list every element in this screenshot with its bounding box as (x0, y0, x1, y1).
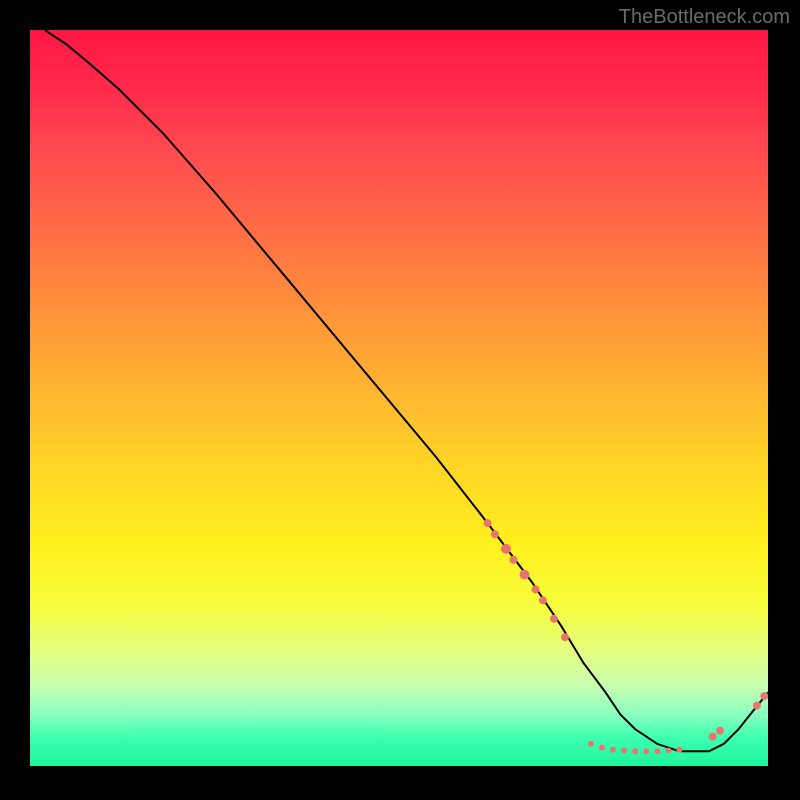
data-marker (588, 741, 594, 747)
data-marker (484, 519, 492, 527)
data-marker (665, 748, 671, 754)
data-marker (753, 702, 761, 710)
data-marker (709, 733, 717, 741)
data-marker (760, 692, 768, 700)
data-marker (539, 596, 547, 604)
data-marker (550, 615, 558, 623)
data-marker (610, 747, 616, 753)
data-marker (654, 748, 660, 754)
data-marker (501, 544, 511, 554)
chart-svg (30, 30, 768, 766)
curve-line (45, 30, 768, 751)
data-marker (491, 530, 499, 538)
data-marker (599, 745, 605, 751)
data-marker (676, 747, 682, 753)
data-marker (632, 748, 638, 754)
data-marker (621, 748, 627, 754)
data-marker (532, 585, 540, 593)
watermark-text: TheBottleneck.com (619, 6, 790, 29)
data-marker (520, 570, 530, 580)
data-marker (716, 727, 724, 735)
plot-area (30, 30, 768, 766)
data-marker (643, 748, 649, 754)
data-marker (561, 633, 569, 641)
data-marker (509, 556, 517, 564)
